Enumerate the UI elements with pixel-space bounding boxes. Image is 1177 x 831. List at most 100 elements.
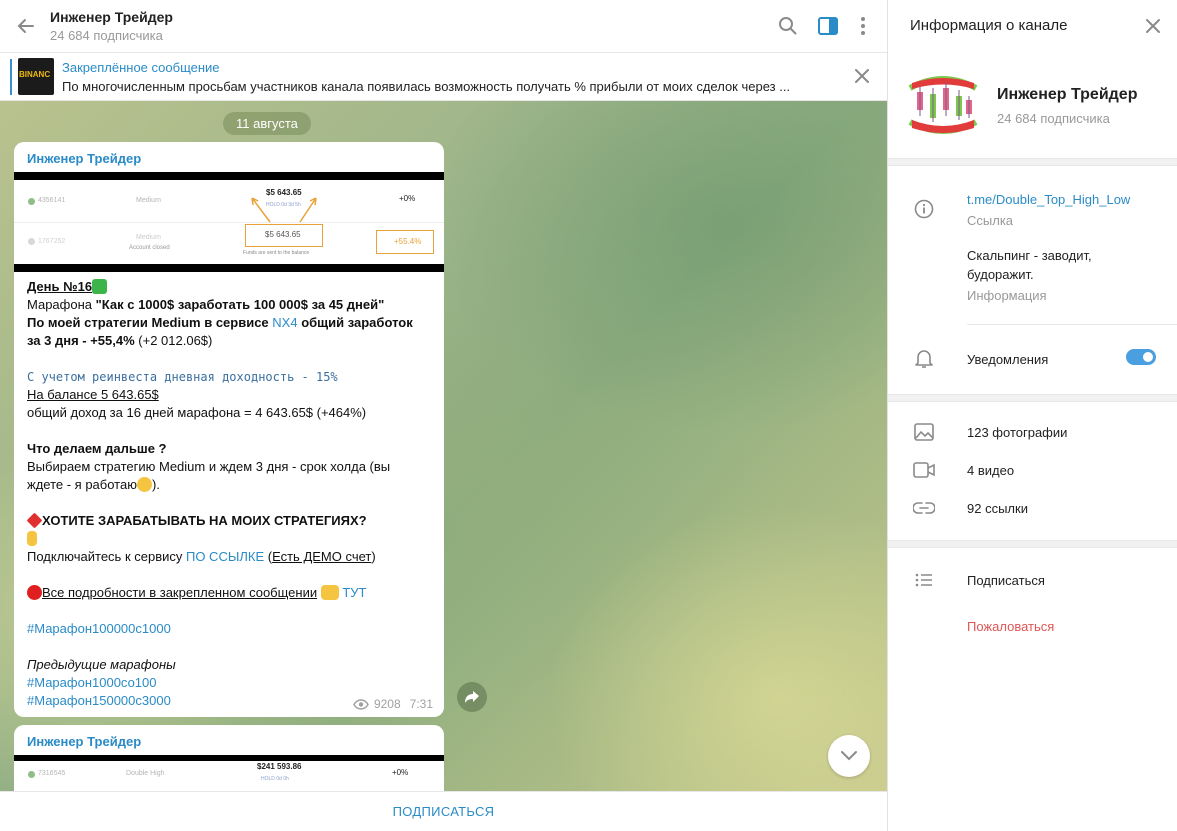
photos-row[interactable]: 123 фотографии [888,413,1177,451]
close-icon [1146,19,1160,33]
pointing-right-icon [320,585,339,600]
list-icon [915,573,932,587]
photo-row1-id: 4356141 [38,197,66,204]
income-text: общий доход за 16 дней марафона = 4 643.… [27,405,367,420]
share-arrow-icon [465,691,479,703]
notifications-label: Уведомления [967,352,1049,367]
view-count: 9208 [373,697,401,711]
pinned-close-button[interactable] [851,65,873,87]
search-button[interactable] [775,13,801,39]
photos-count: 123 фотографии [967,425,1068,440]
date-separator: 11 августа [223,112,311,135]
section-separator [888,158,1177,166]
marathon-title: "Как с 1000$ заработать 100 000$ за 45 д… [95,297,385,312]
report-row[interactable]: Пожаловаться [888,607,1177,645]
pinned-thumbnail: BINANC [18,58,54,95]
hashtag-link[interactable]: #Марафон150000с3000 [27,693,171,708]
video-icon-wrap [913,459,935,481]
pinned-accent-bar [10,59,12,95]
red-circle-icon [27,585,42,600]
search-icon [779,17,797,35]
toggle-info-panel-button[interactable] [815,13,841,39]
photo-row1-strategy: Medium [136,197,161,204]
service-link[interactable]: ПО ССЫЛКЕ [186,549,264,564]
link-icon [913,502,935,514]
message-author[interactable]: Инженер Трейдер [27,734,141,749]
text-fragment: (+2 012.06$) [134,333,213,348]
photo-row1-pct: +0% [392,768,409,777]
photo-row2-note: Funds are sent to the balance [243,250,310,256]
link-icon-wrap [913,497,935,519]
links-count: 92 ссылки [967,501,1028,516]
channel-name: Инженер Трейдер [997,86,1138,103]
day-label: День №16 [27,279,93,294]
video-icon [913,462,935,478]
text-fragment: Выбираем стратегию Medium и ждем 3 дня -… [27,459,391,474]
nx4-link[interactable]: NX4 [272,315,297,330]
hashtag-link[interactable]: #Марафон1000со100 [27,675,157,690]
arrow-annotations [251,197,317,223]
photo-row1-strategy: Double High [126,770,165,777]
message-list[interactable]: 11 августа Инженер Трейдер 4356141 Mediu… [0,101,887,791]
text-fragment: ждете - я работаю [27,477,137,492]
forward-button[interactable] [457,682,487,712]
photo-row1-id: 7316545 [38,770,66,777]
sidebar-panel-icon [818,17,838,35]
links-row[interactable]: 92 ссылки [888,489,1177,527]
section-separator [888,394,1177,402]
chevron-down-icon [841,751,857,761]
info-close-button[interactable] [1141,14,1165,38]
message-photo[interactable]: 7316545 Double High $241 593.86 HOLD 0d … [14,755,444,791]
channel-link[interactable]: t.me/Double_Top_High_Low [967,192,1130,207]
photo-icon [914,423,934,441]
scroll-to-bottom-button[interactable] [828,735,870,777]
divider [967,324,1177,325]
pinned-preview-text: По многочисленным просьбам участников ка… [62,79,791,94]
toggle-knob [1141,350,1155,364]
hashtag-link[interactable]: #Марафон100000с1000 [27,621,171,636]
channel-subscriber-count: 24 684 подписчика [997,111,1110,126]
code-text: С учетом реинвеста дневная доходность - … [27,370,338,384]
text-fragment: общий заработок [297,315,413,330]
message-bubble[interactable]: Инженер Трейдер 7316545 Double High $241… [14,725,444,791]
message-bubble[interactable]: Инженер Трейдер 4356141 Medium $5 643.65… [14,142,444,717]
channel-avatar[interactable] [908,74,978,136]
photo-row2-status: Account closed [129,245,170,251]
bell-icon-wrap [913,348,935,370]
chat-title[interactable]: Инженер Трейдер [50,9,173,25]
videos-row[interactable]: 4 видео [888,451,1177,489]
photo-border-top [14,172,444,180]
channel-info-panel: Информация о канале Инженер Трейдер 24 6… [887,0,1177,831]
photo-row-separator [14,222,444,223]
text-fragment: По моей стратегии Medium в сервисе [27,315,273,330]
pinned-message-bar[interactable]: BINANC Закреплённое сообщение По многочи… [0,53,887,101]
red-diamond-icon [26,512,43,529]
photo-row2-id: 1767252 [38,238,66,245]
text-fragment: Подключайтесь к сервису [27,549,186,564]
pinned-title: Закреплённое сообщение [62,60,220,75]
details-text: Все подробности в закрепленном сообщении [42,585,318,600]
photo-icon-wrap [913,421,935,443]
text-fragment: за 3 дня - +55,4% [27,333,135,348]
pinned-thumb-label: BINANC [19,70,51,79]
message-text: День №16 Марафона "Как с 1000$ заработат… [26,278,437,710]
message-meta: 9208 7:31 [353,697,433,711]
arrow-left-icon [17,19,34,33]
more-menu-button[interactable] [850,13,876,39]
notifications-toggle[interactable] [1126,349,1156,365]
subscribe-row[interactable]: Подписаться [888,561,1177,599]
eye-icon [353,698,369,710]
info-icon-wrap [913,198,935,220]
channel-description-line2: будоражит. [967,267,1034,282]
channel-link-label: Ссылка [967,213,1014,228]
videos-count: 4 видео [967,463,1015,478]
info-icon [914,199,934,219]
bell-icon [915,350,933,368]
message-author[interactable]: Инженер Трейдер [27,151,141,166]
back-button[interactable] [12,12,40,40]
details-link[interactable]: ТУТ [342,585,366,600]
close-icon [855,69,869,83]
chat-header: Инженер Трейдер 24 684 подписчика [0,0,887,53]
subscribe-button[interactable]: ПОДПИСАТЬСЯ [393,804,495,819]
message-photo[interactable]: 4356141 Medium $5 643.65 HOLD 0d 3d 5h +… [14,172,444,272]
